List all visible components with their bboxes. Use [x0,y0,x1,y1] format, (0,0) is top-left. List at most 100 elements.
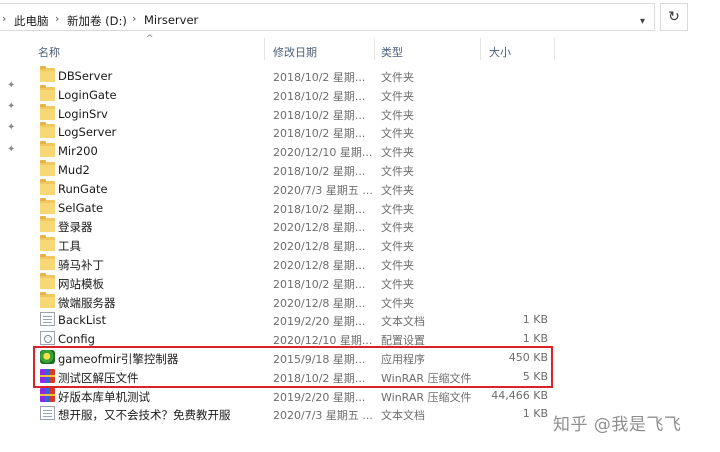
file-row[interactable]: Mud2 2018/10/2 星期... 文件夹 [30,160,720,179]
breadcrumb[interactable]: › 此电脑 › 新加卷 (D:) › Mirserver ▾ [0,3,655,31]
file-type: 文件夹 [381,71,414,84]
chevron-right-icon[interactable]: › [132,12,136,25]
folder-icon [40,103,55,120]
column-divider[interactable] [480,38,481,60]
file-row[interactable]: SelGate 2018/10/2 星期... 文件夹 [30,197,720,217]
file-name: RunGate [58,181,108,196]
breadcrumb-item-mirserver[interactable]: Mirserver [144,13,198,27]
file-row[interactable]: 微端服务器 2020/12/8 星期... 文件夹 [30,291,720,311]
folder-icon [40,141,55,158]
folder-icon [40,122,55,139]
watermark: 知乎 @我是飞飞 [553,415,682,435]
file-date: 2018/10/2 星期... [273,71,366,84]
file-date: 2018/10/2 星期... [273,89,366,103]
file-name: 网站模板 [58,276,104,291]
file-row[interactable]: 好版本库单机测试 2019/2/20 星期... WinRAR 压缩文件 44,466… [30,386,720,405]
text-document-icon [40,406,55,421]
file-name: SelGate [58,200,104,215]
pin-icon: ✦ [7,101,16,112]
file-type: 文本文档 [381,409,425,423]
text-document-icon [40,312,55,327]
file-date: 2018/10/2 星期... [273,108,366,122]
chevron-down-icon[interactable]: ▾ [630,7,655,35]
file-date: 2018/10/2 星期... [273,165,366,178]
file-row[interactable]: LoginGate 2018/10/2 星期... 文件夹 [30,84,720,104]
chevron-right-icon[interactable]: › [2,12,6,25]
file-name: 登录器 [58,220,93,235]
chevron-right-icon[interactable]: › [55,12,59,25]
file-date: 2018/10/2 星期... [273,202,366,216]
file-date: 2018/10/2 星期... [273,277,366,291]
file-date: 2019/2/20 星期... [273,390,366,404]
pin-icon: ✦ [7,144,16,155]
file-date: 2019/2/20 星期... [273,315,366,329]
folder-icon [40,272,55,289]
file-type: WinRAR 压缩文件 [381,390,472,404]
file-date: 2020/12/10 星期... [273,146,373,160]
config-file-icon [40,331,55,346]
file-name: BackList [58,313,107,328]
folder-icon [40,66,55,82]
address-bar: › 此电脑 › 新加卷 (D:) › Mirserver ▾ ↻ [0,0,720,34]
column-header-date[interactable]: 修改日期 [273,44,317,60]
file-type: 文件夹 [381,221,414,235]
refresh-icon[interactable]: ↻ [660,3,688,31]
file-date: 2020/12/8 星期... [273,221,366,235]
winrar-archive-icon [40,387,55,402]
file-type: 文件夹 [381,259,414,272]
file-type: 文件夹 [381,296,414,310]
file-type: 文件夹 [381,127,414,141]
file-name: Mud2 [58,163,90,177]
file-row[interactable]: DBServer 2018/10/2 星期... 文件夹 [30,66,720,85]
breadcrumb-item-drive-d[interactable]: 新加卷 (D:) [67,13,127,29]
file-size: 44,466 KB [491,388,548,402]
breadcrumb-item-this-pc[interactable]: 此电脑 [14,13,49,29]
highlight-box [33,346,553,388]
folder-icon [40,254,55,270]
pin-icon: ✦ [7,80,16,91]
column-header-name[interactable]: 名称 [38,44,60,60]
file-size: 1 KB [522,332,548,346]
column-divider[interactable] [554,38,555,60]
file-row[interactable]: 网站模板 2018/10/2 星期... 文件夹 [30,272,720,292]
file-name: Mir200 [58,144,98,159]
file-name: Config [58,332,95,347]
folder-icon [40,291,55,308]
file-name: 工具 [58,239,81,254]
file-date: 2020/12/8 星期... [273,259,366,272]
file-type: 文件夹 [381,183,414,197]
file-row[interactable]: BackList 2019/2/20 星期... 文本文档 1 KB [30,310,720,329]
file-row[interactable]: RunGate 2020/7/3 星期五 ... 文件夹 [30,178,720,198]
file-date: 2020/12/8 星期... [273,296,366,310]
file-name: 想开服，又不会技术？免费教开服 [58,408,231,423]
file-row[interactable]: LogServer 2018/10/2 星期... 文件夹 [30,122,720,141]
file-size: 1 KB [522,407,548,421]
folder-icon [40,178,55,195]
file-row[interactable]: Mir200 2020/12/10 星期... 文件夹 [30,141,720,160]
file-name: 微端服务器 [58,295,116,310]
column-divider[interactable] [264,38,265,60]
file-name: DBServer [58,69,113,83]
navigation-pane: ✦ ✦ ✦ ✦ [0,34,26,452]
file-name: 骑马补丁 [58,258,104,272]
file-type: 文件夹 [381,89,414,103]
file-row[interactable]: 工具 2020/12/8 星期... 文件夹 [30,235,720,254]
file-name: 好版本库单机测试 [58,389,150,404]
column-header-type[interactable]: 类型 [381,44,403,60]
file-row[interactable]: 登录器 2020/12/8 星期... 文件夹 [30,216,720,235]
file-date: 2020/7/3 星期五 ... [273,183,373,197]
column-header: 名称 修改日期 类型 大小 [30,34,720,64]
folder-icon [40,235,55,252]
column-divider[interactable] [374,38,375,60]
file-name: LoginSrv [58,106,108,121]
file-type: 文件夹 [381,165,414,178]
column-header-size[interactable]: 大小 [489,44,511,60]
file-name: LoginGate [58,87,117,102]
file-row[interactable]: LoginSrv 2018/10/2 星期... 文件夹 [30,103,720,123]
file-name: LogServer [58,125,117,140]
folder-icon [40,84,55,101]
file-row[interactable]: 骑马补丁 2020/12/8 星期... 文件夹 [30,254,720,273]
folder-icon [40,160,55,176]
file-type: 文件夹 [381,146,414,160]
folder-icon [40,197,55,214]
